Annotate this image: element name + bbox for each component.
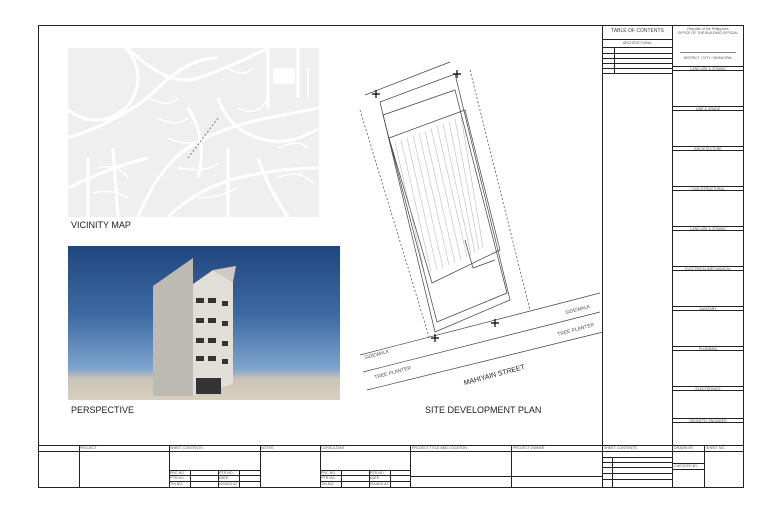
signatory-section-1: LINE & GRADE xyxy=(673,106,743,111)
date-label: DATE xyxy=(219,476,229,480)
tin-no-label: TIN NO. xyxy=(170,482,184,486)
title-block-divider xyxy=(511,445,512,487)
ptr-no-label: PTR NO. xyxy=(219,471,234,475)
tin-no-label: TIN NO. xyxy=(321,482,335,486)
title-block-drawn_by: DRAWN BY xyxy=(674,446,694,450)
signatory-section-7: PLUMBING xyxy=(673,346,743,351)
title-block-divider xyxy=(704,445,705,487)
toc-subtitle: ARCHITECTURAL xyxy=(622,41,653,45)
title-block-divider xyxy=(79,445,80,487)
office-header: Republic of the Philippines OFFICE OF TH… xyxy=(673,27,743,35)
signatory-section-2: ARCHITECTURE xyxy=(673,146,743,151)
signatory-section-8: ELECTRONICS xyxy=(673,386,743,391)
signatory-section-9: GEODETIC ENGINEER xyxy=(673,418,743,423)
title-block-sheet_contents2: SHEET CONTENTS xyxy=(604,446,637,450)
office-name: OFFICE OF THE BUILDING OFFICIAL xyxy=(677,31,739,35)
district-text: DISTRICT / CITY / MUNICIPAL xyxy=(683,56,733,60)
title-block-notes: NOTES xyxy=(261,446,274,450)
ptr-no-label: PTR NO. xyxy=(321,476,336,480)
title-block-project: PROJECT xyxy=(80,446,97,450)
building-render xyxy=(153,258,236,396)
site-plan-label: SITE DEVELOPMENT PLAN xyxy=(425,405,542,415)
prc-no-label: PRC NO. xyxy=(321,471,336,475)
issued-at-label: ISSUED AT xyxy=(219,482,238,486)
title-block-divider xyxy=(672,445,673,487)
perspective-label: PERSPECTIVE xyxy=(71,405,135,415)
prc-no-label: PRC NO. xyxy=(170,471,185,475)
title-block-sheet_contents: SHEET CONTENTS xyxy=(170,446,203,450)
ptr-no-label: PTR NO. xyxy=(170,476,185,480)
vicinity-map-label: VICINITY MAP xyxy=(71,220,131,230)
signatory-section-0: LAND USE & ZONING xyxy=(673,66,743,71)
map-roads xyxy=(68,48,319,217)
title-block-owner: PROJECT OWNER xyxy=(513,446,545,450)
toc-title: TABLE OF CONTENTS xyxy=(611,28,664,34)
signatory-section-3: CIVIL/STRUCTURAL xyxy=(673,186,743,191)
ptr-no-label: PTR NO. xyxy=(370,471,385,475)
title-block-project_title: PROJECT TITLE AND LOCATION xyxy=(412,446,467,450)
signatory-section-5: ELECTRICAL/MECHANICAL xyxy=(673,266,743,271)
vicinity-map xyxy=(68,48,319,217)
title-block-consultant: CONSULTANT xyxy=(321,446,345,450)
signatory-section-4: LAND USE & ZONING xyxy=(673,226,743,231)
checked-by-label: CHECKED BY xyxy=(674,464,698,468)
title-block-divider xyxy=(602,445,603,487)
perspective-render xyxy=(68,246,340,400)
title-block-sheet_no: SHEET NO. xyxy=(706,446,726,450)
title-block-divider xyxy=(260,445,261,487)
signatory-section-6: SANITARY xyxy=(673,306,743,311)
site-development-plan xyxy=(359,61,604,391)
issued-at-label: ISSUED AT xyxy=(370,482,389,486)
date-label: DATE xyxy=(370,476,380,480)
